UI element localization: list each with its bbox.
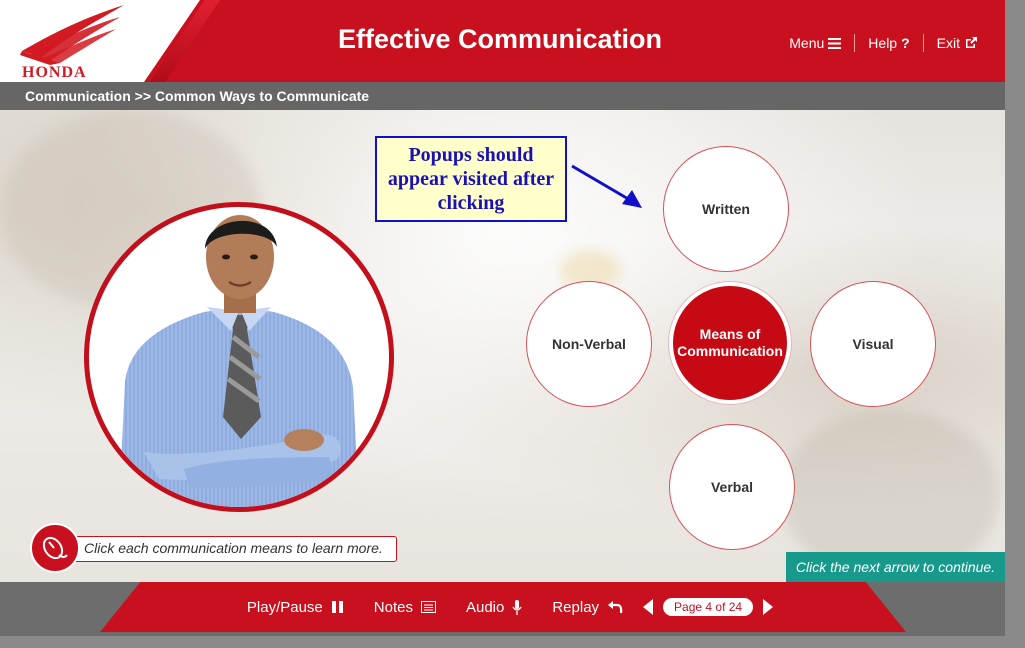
notes-icon <box>420 601 436 613</box>
menu-button[interactable]: Menu <box>776 35 854 51</box>
mouse-click-icon <box>42 536 68 560</box>
honda-wing-logo <box>20 5 124 65</box>
prev-page-arrow[interactable] <box>643 599 654 615</box>
exit-button[interactable]: Exit <box>924 35 991 51</box>
replay-icon <box>608 601 623 614</box>
presenter-photo <box>84 202 394 512</box>
visual-label: Visual <box>852 336 894 352</box>
instruction-box: Click each communication means to learn … <box>70 536 397 562</box>
player-controls: Play/Pause Notes Audio Replay Page 4 of … <box>0 582 1005 632</box>
next-hint: Click the next arrow to continue. <box>786 552 1005 582</box>
exit-label: Exit <box>936 35 960 51</box>
verbal-circle[interactable]: Verbal <box>669 424 795 550</box>
external-link-icon <box>966 37 977 48</box>
replay-button[interactable]: Replay <box>552 599 623 616</box>
audio-button[interactable]: Audio <box>466 599 522 616</box>
course-title: Effective Communication <box>337 24 663 54</box>
help-label: Help <box>868 35 898 51</box>
play-pause-button[interactable]: Play/Pause <box>247 599 344 616</box>
help-button[interactable]: Help ? <box>855 35 922 51</box>
header: HONDA Effective Communication Menu Help … <box>0 0 1005 82</box>
mouse-click-badge <box>30 523 80 573</box>
replay-label: Replay <box>552 598 600 616</box>
microphone-icon <box>512 599 522 615</box>
menu-label: Menu <box>789 35 825 51</box>
question-icon: ? <box>901 35 910 51</box>
next-page-arrow[interactable] <box>763 599 774 615</box>
notes-button[interactable]: Notes <box>374 599 436 616</box>
play-pause-label: Play/Pause <box>246 598 323 616</box>
honda-logo-text: HONDA <box>22 64 87 81</box>
written-label: Written <box>702 201 750 217</box>
hub-label: Means of Communication <box>677 326 783 359</box>
hamburger-icon <box>828 37 842 49</box>
annotation-note: Popups should appear visited after click… <box>375 136 567 222</box>
content-stage: Popups should appear visited after click… <box>0 110 1005 582</box>
notes-label: Notes <box>373 598 413 616</box>
verbal-label: Verbal <box>710 479 754 495</box>
annotation-arrow <box>571 164 642 208</box>
means-of-communication-hub: Means of Communication <box>669 282 791 404</box>
breadcrumb: Communication >> Common Ways to Communic… <box>0 82 1005 110</box>
pause-icon <box>331 601 343 613</box>
written-circle[interactable]: Written <box>663 146 789 272</box>
visual-circle[interactable]: Visual <box>810 281 936 407</box>
audio-label: Audio <box>465 598 505 616</box>
non-verbal-label: Non-Verbal <box>552 336 626 352</box>
top-nav: Menu Help ? Exit <box>776 34 991 52</box>
presenter-illustration <box>119 215 359 507</box>
pager: Page 4 of 24 <box>643 598 774 616</box>
page-indicator: Page 4 of 24 <box>663 598 754 616</box>
non-verbal-circle[interactable]: Non-Verbal <box>526 281 652 407</box>
